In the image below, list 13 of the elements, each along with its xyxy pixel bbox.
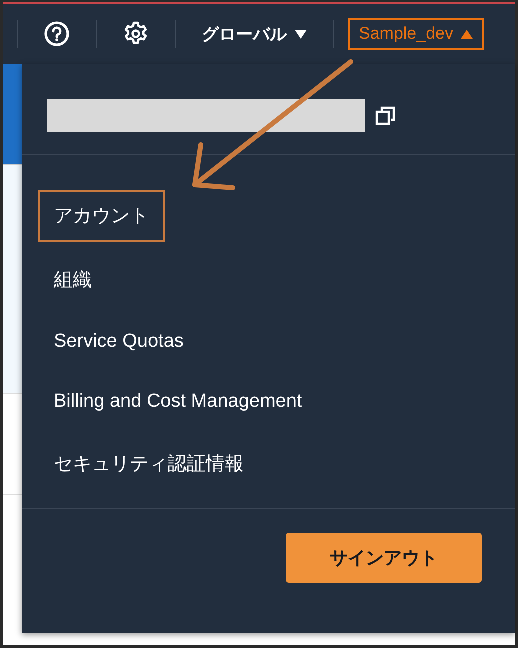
menu-item[interactable]: 組織 xyxy=(38,254,108,306)
copy-icon[interactable] xyxy=(375,104,397,126)
menu-item[interactable]: アカウント xyxy=(38,190,165,242)
sign-out-button[interactable]: サインアウト xyxy=(286,533,482,583)
caret-up-icon xyxy=(460,30,473,38)
help-icon[interactable] xyxy=(44,21,70,47)
settings-icon[interactable] xyxy=(123,21,149,47)
menu-item[interactable]: Service Quotas xyxy=(38,318,200,366)
caret-down-icon xyxy=(295,30,307,38)
region-selector[interactable]: グローバル xyxy=(176,22,333,46)
menu-item[interactable]: セキュリティ認証情報 xyxy=(38,438,260,490)
account-menu-button[interactable]: Sample_dev xyxy=(348,18,484,50)
menu-item[interactable]: Billing and Cost Management xyxy=(38,378,318,426)
